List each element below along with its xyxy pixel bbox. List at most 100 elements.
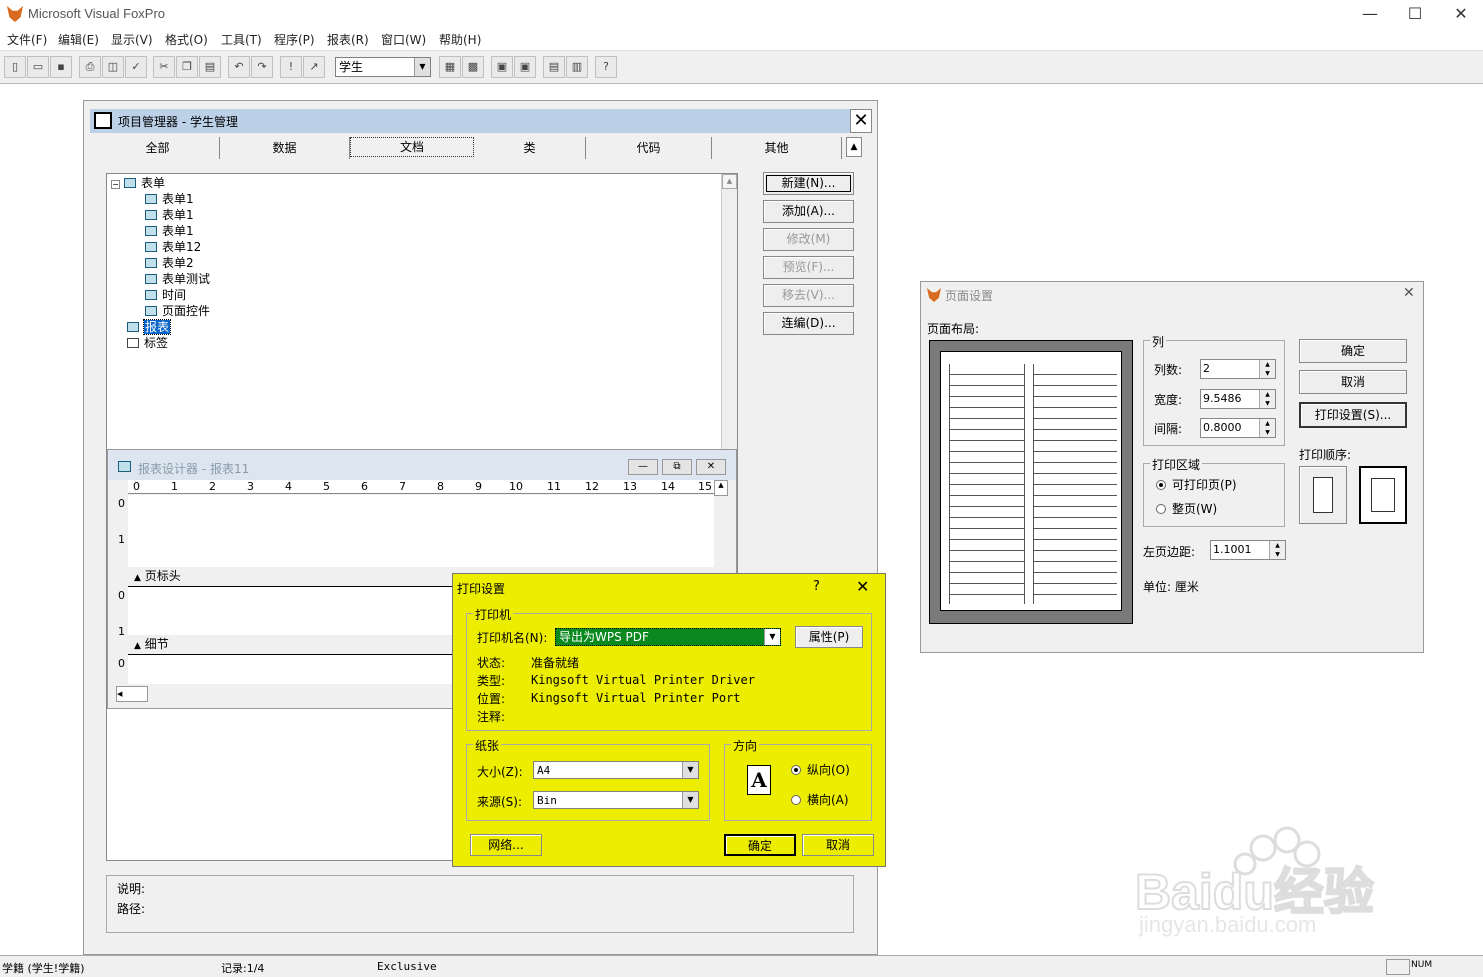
redo-icon[interactable]: ↷: [251, 56, 273, 78]
tree-item-form[interactable]: 表单2: [145, 254, 194, 271]
project-tree[interactable]: − 表单 表单1 表单1 表单1 表单12 表单2 表单测试 时间 页面控件 报表…: [106, 173, 738, 453]
new-button[interactable]: 新建(N)...: [763, 172, 854, 195]
page-setup-close-icon[interactable]: ✕: [1403, 285, 1415, 301]
close-icon[interactable]: ✕: [1446, 4, 1476, 23]
cut-icon[interactable]: ✂: [153, 56, 175, 78]
tree-item-form[interactable]: 页面控件: [145, 302, 210, 319]
command-window-icon[interactable]: ▦: [439, 56, 461, 78]
gap-spinner[interactable]: 0.8000 ▲ ▼: [1200, 418, 1276, 438]
print-setup-close-icon[interactable]: ✕: [856, 577, 869, 596]
whole-page-radio[interactable]: 整页(W): [1156, 500, 1217, 517]
chevron-down-icon[interactable]: ▼: [414, 58, 430, 76]
rd-restore-icon[interactable]: ⧉: [662, 459, 692, 475]
report-wizard-icon[interactable]: ▣: [514, 56, 536, 78]
tree-item-form[interactable]: 表单1: [145, 206, 194, 223]
tree-item-form[interactable]: 表单测试: [145, 270, 210, 287]
printer-properties-button[interactable]: 属性(P): [795, 626, 863, 648]
menu-tools[interactable]: 工具(T): [221, 31, 262, 48]
width-spinner[interactable]: 9.5486 ▲ ▼: [1200, 389, 1276, 409]
tab-code[interactable]: 代码: [586, 137, 712, 159]
maximize-icon[interactable]: ☐: [1400, 4, 1430, 23]
spinner-arrows-icon[interactable]: ▲ ▼: [1259, 390, 1275, 408]
menu-format[interactable]: 格式(O): [165, 31, 208, 48]
view-window-icon[interactable]: ▩: [462, 56, 484, 78]
minimize-icon[interactable]: —: [1355, 4, 1385, 23]
spinner-arrows-icon[interactable]: ▲ ▼: [1269, 541, 1285, 559]
tree-item-form[interactable]: 表单12: [145, 238, 201, 255]
autoreport-icon[interactable]: ▥: [566, 56, 588, 78]
tab-other[interactable]: 其他: [712, 137, 842, 159]
left-margin-spinner[interactable]: 1.1001 ▲ ▼: [1210, 540, 1286, 560]
db-combo[interactable]: 学生 ▼: [335, 57, 431, 77]
print-setup-cancel-button[interactable]: 取消: [802, 834, 874, 856]
tree-item-form[interactable]: 表单1: [145, 222, 194, 239]
spell-check-icon[interactable]: ✓: [125, 56, 147, 78]
toolbar: ▯ ▭ ▪ ⎙ ◫ ✓ ✂ ❐ ▤ ↶ ↷ ! ↗ 学生 ▼ ▦ ▩ ▣ ▣ ▤…: [0, 50, 1483, 84]
menu-edit[interactable]: 编辑(E): [58, 31, 99, 48]
autoform-icon[interactable]: ▤: [543, 56, 565, 78]
cols-spinner[interactable]: 2 ▲ ▼: [1200, 359, 1276, 379]
chevron-down-icon[interactable]: ▼: [682, 792, 698, 808]
tree-node-reports[interactable]: 报表: [127, 318, 172, 335]
help-button[interactable]: ?: [813, 579, 820, 594]
printable-page-radio[interactable]: 可打印页(P): [1156, 476, 1237, 493]
rd-hscroll[interactable]: ◀: [116, 686, 148, 702]
printer-name-select[interactable]: 导出为WPS PDF ▼: [555, 628, 781, 646]
tree-node-labels[interactable]: 标签: [127, 334, 168, 351]
paper-source-select[interactable]: Bin ▼: [533, 791, 699, 809]
row-order-icon[interactable]: [1359, 466, 1407, 524]
page-setup-cancel-button[interactable]: 取消: [1299, 370, 1407, 394]
expand-minus-icon[interactable]: −: [111, 180, 120, 189]
rd-minimize-icon[interactable]: —: [628, 459, 658, 475]
run-icon[interactable]: !: [280, 56, 302, 78]
build-button[interactable]: 连编(D)...: [763, 312, 854, 335]
landscape-radio[interactable]: 横向(A): [791, 791, 849, 808]
help-icon[interactable]: ?: [595, 56, 617, 78]
print-setup-button[interactable]: 打印设置(S)...: [1299, 402, 1407, 428]
tree-scrollbar[interactable]: ▲: [721, 174, 737, 452]
print-preview-icon[interactable]: ◫: [102, 56, 124, 78]
column-order-icon[interactable]: [1299, 466, 1347, 524]
scroll-up-icon[interactable]: ▲: [722, 174, 737, 189]
new-file-icon[interactable]: ▯: [4, 56, 26, 78]
page-setup-ok-button[interactable]: 确定: [1299, 339, 1407, 363]
portrait-radio[interactable]: 纵向(O): [791, 761, 850, 778]
menu-report[interactable]: 报表(R): [327, 31, 369, 48]
chevron-down-icon[interactable]: ▼: [764, 629, 780, 645]
menu-view[interactable]: 显示(V): [111, 31, 153, 48]
spinner-arrows-icon[interactable]: ▲ ▼: [1259, 419, 1275, 437]
open-folder-icon[interactable]: ▭: [27, 56, 49, 78]
project-close-icon[interactable]: ✕: [850, 109, 872, 133]
tab-docs[interactable]: 文档: [350, 137, 474, 157]
collapse-arrow-icon[interactable]: ▲: [846, 137, 862, 157]
tab-data[interactable]: 数据: [220, 137, 350, 159]
spinner-arrows-icon[interactable]: ▲ ▼: [1259, 360, 1275, 378]
paste-icon[interactable]: ▤: [199, 56, 221, 78]
chevron-down-icon[interactable]: ▼: [682, 762, 698, 778]
undo-icon[interactable]: ↶: [228, 56, 250, 78]
add-button[interactable]: 添加(A)...: [763, 200, 854, 223]
tree-item-form[interactable]: 表单1: [145, 190, 194, 207]
rd-close-icon[interactable]: ✕: [696, 459, 726, 475]
menu-help[interactable]: 帮助(H): [439, 31, 481, 48]
print-setup-ok-button[interactable]: 确定: [724, 834, 796, 856]
form-wizard-icon[interactable]: ▣: [491, 56, 513, 78]
save-icon[interactable]: ▪: [50, 56, 72, 78]
tree-node-forms[interactable]: − 表单: [111, 174, 165, 191]
paper-size-select[interactable]: A4 ▼: [533, 761, 699, 779]
rd-vscroll[interactable]: ▲: [714, 480, 728, 496]
modify-button[interactable]: 修改(M): [763, 228, 854, 251]
modify-icon[interactable]: ↗: [303, 56, 325, 78]
page-header-area[interactable]: [128, 495, 714, 567]
tab-classes[interactable]: 类: [474, 137, 586, 159]
tree-item-form[interactable]: 时间: [145, 286, 186, 303]
preview-button[interactable]: 预览(F)...: [763, 256, 854, 279]
network-button[interactable]: 网络...: [470, 834, 542, 856]
tab-all[interactable]: 全部: [96, 137, 220, 159]
print-icon[interactable]: ⎙: [79, 56, 101, 78]
menu-program[interactable]: 程序(P): [274, 31, 315, 48]
menu-file[interactable]: 文件(F): [7, 31, 47, 48]
remove-button[interactable]: 移去(V)...: [763, 284, 854, 307]
menu-window[interactable]: 窗口(W): [381, 31, 426, 48]
copy-icon[interactable]: ❐: [176, 56, 198, 78]
